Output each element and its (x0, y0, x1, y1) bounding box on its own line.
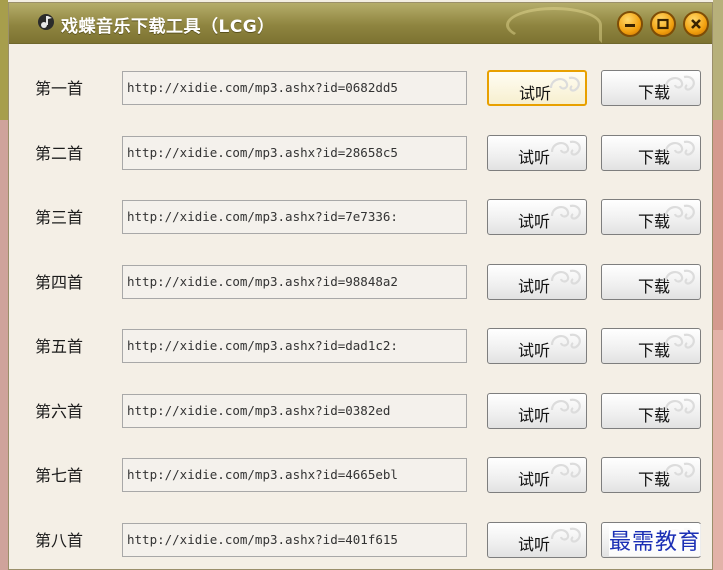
listen-button[interactable]: 试听 (487, 134, 587, 171)
swirl-decoration-icon (550, 333, 581, 349)
song-url-field[interactable]: http://xidie.com/mp3.ashx?id=0382ed (122, 393, 467, 428)
minimize-icon (625, 24, 635, 27)
swirl-decoration-icon (664, 140, 695, 156)
download-button[interactable]: 下载 (601, 70, 701, 106)
swirl-decoration-icon (550, 527, 581, 543)
listen-button[interactable]: 试听 (487, 199, 587, 235)
song-label: 第四首 (35, 272, 84, 292)
desktop-background-left (0, 0, 8, 570)
listen-button-label: 试听 (518, 147, 551, 167)
song-url-field[interactable]: http://xidie.com/mp3.ashx?id=4665ebl (122, 458, 467, 492)
listen-button-label: 试听 (518, 276, 551, 296)
maximize-button[interactable] (650, 11, 676, 37)
song-url-field[interactable]: http://xidie.com/mp3.ashx?id=98848a2 (122, 264, 467, 299)
minimize-button[interactable] (617, 11, 643, 37)
listen-button-label: 试听 (518, 212, 551, 231)
listen-button-label: 试听 (518, 534, 551, 554)
maximize-icon (657, 18, 669, 30)
download-button[interactable]: 下载 (601, 263, 701, 300)
song-label: 第五首 (35, 337, 84, 356)
close-button[interactable] (683, 11, 709, 37)
download-button[interactable]: 下载 (601, 457, 701, 493)
listen-button[interactable]: 试听 (487, 457, 587, 493)
song-label: 第六首 (35, 401, 84, 421)
song-url-field[interactable]: http://xidie.com/mp3.ashx?id=7e7336: (122, 200, 467, 234)
swirl-decoration-icon (664, 204, 695, 220)
song-url-field[interactable]: http://xidie.com/mp3.ashx?id=401f615 (122, 522, 467, 557)
listen-button[interactable]: 试听 (487, 521, 587, 558)
listen-button[interactable]: 试听 (487, 328, 587, 364)
title-bar-decoration (506, 7, 602, 43)
song-label: 第二首 (35, 143, 84, 163)
swirl-decoration-icon (664, 269, 695, 285)
song-url-field[interactable]: http://xidie.com/mp3.ashx?id=dad1c2: (122, 329, 467, 363)
listen-button-label: 试听 (518, 470, 551, 489)
app-window: 戏蝶音乐下载工具（LCG） 第一首 http://xidie.com/mp3.a… (8, 2, 713, 570)
listen-button[interactable]: 试听 (487, 70, 587, 106)
swirl-decoration-icon (664, 333, 695, 349)
swirl-decoration-icon (550, 398, 581, 414)
listen-button[interactable]: 试听 (487, 392, 587, 429)
song-label: 第七首 (35, 466, 84, 485)
swirl-decoration-icon (664, 398, 695, 414)
title-bar[interactable]: 戏蝶音乐下载工具（LCG） (9, 3, 712, 44)
window-title: 戏蝶音乐下载工具（LCG） (61, 17, 275, 37)
swirl-decoration-icon (664, 75, 695, 91)
song-label: 第三首 (35, 208, 84, 227)
song-label: 第八首 (35, 530, 84, 550)
swirl-decoration-icon (550, 140, 581, 156)
song-label: 第一首 (35, 79, 84, 98)
song-url-field[interactable]: http://xidie.com/mp3.ashx?id=0682dd5 (122, 71, 467, 105)
swirl-decoration-icon (550, 462, 581, 478)
music-note-icon (38, 14, 54, 30)
download-button[interactable]: 下载 (601, 328, 701, 364)
desktop-background-right (713, 0, 723, 570)
song-url-field[interactable]: http://xidie.com/mp3.ashx?id=28658c5 (122, 135, 467, 170)
swirl-decoration-icon (664, 462, 695, 478)
download-button[interactable]: 下载 (601, 199, 701, 235)
download-button[interactable]: 下载 (601, 392, 701, 429)
swirl-decoration-icon (549, 76, 580, 92)
close-icon (691, 19, 701, 29)
swirl-decoration-icon (550, 269, 581, 285)
listen-button-label: 试听 (518, 341, 551, 360)
swirl-decoration-icon (550, 204, 581, 220)
listen-button-label: 试听 (518, 405, 551, 425)
listen-button[interactable]: 试听 (487, 263, 587, 300)
watermark: 最需教育 (609, 524, 702, 556)
download-button[interactable]: 下载 (601, 134, 701, 171)
